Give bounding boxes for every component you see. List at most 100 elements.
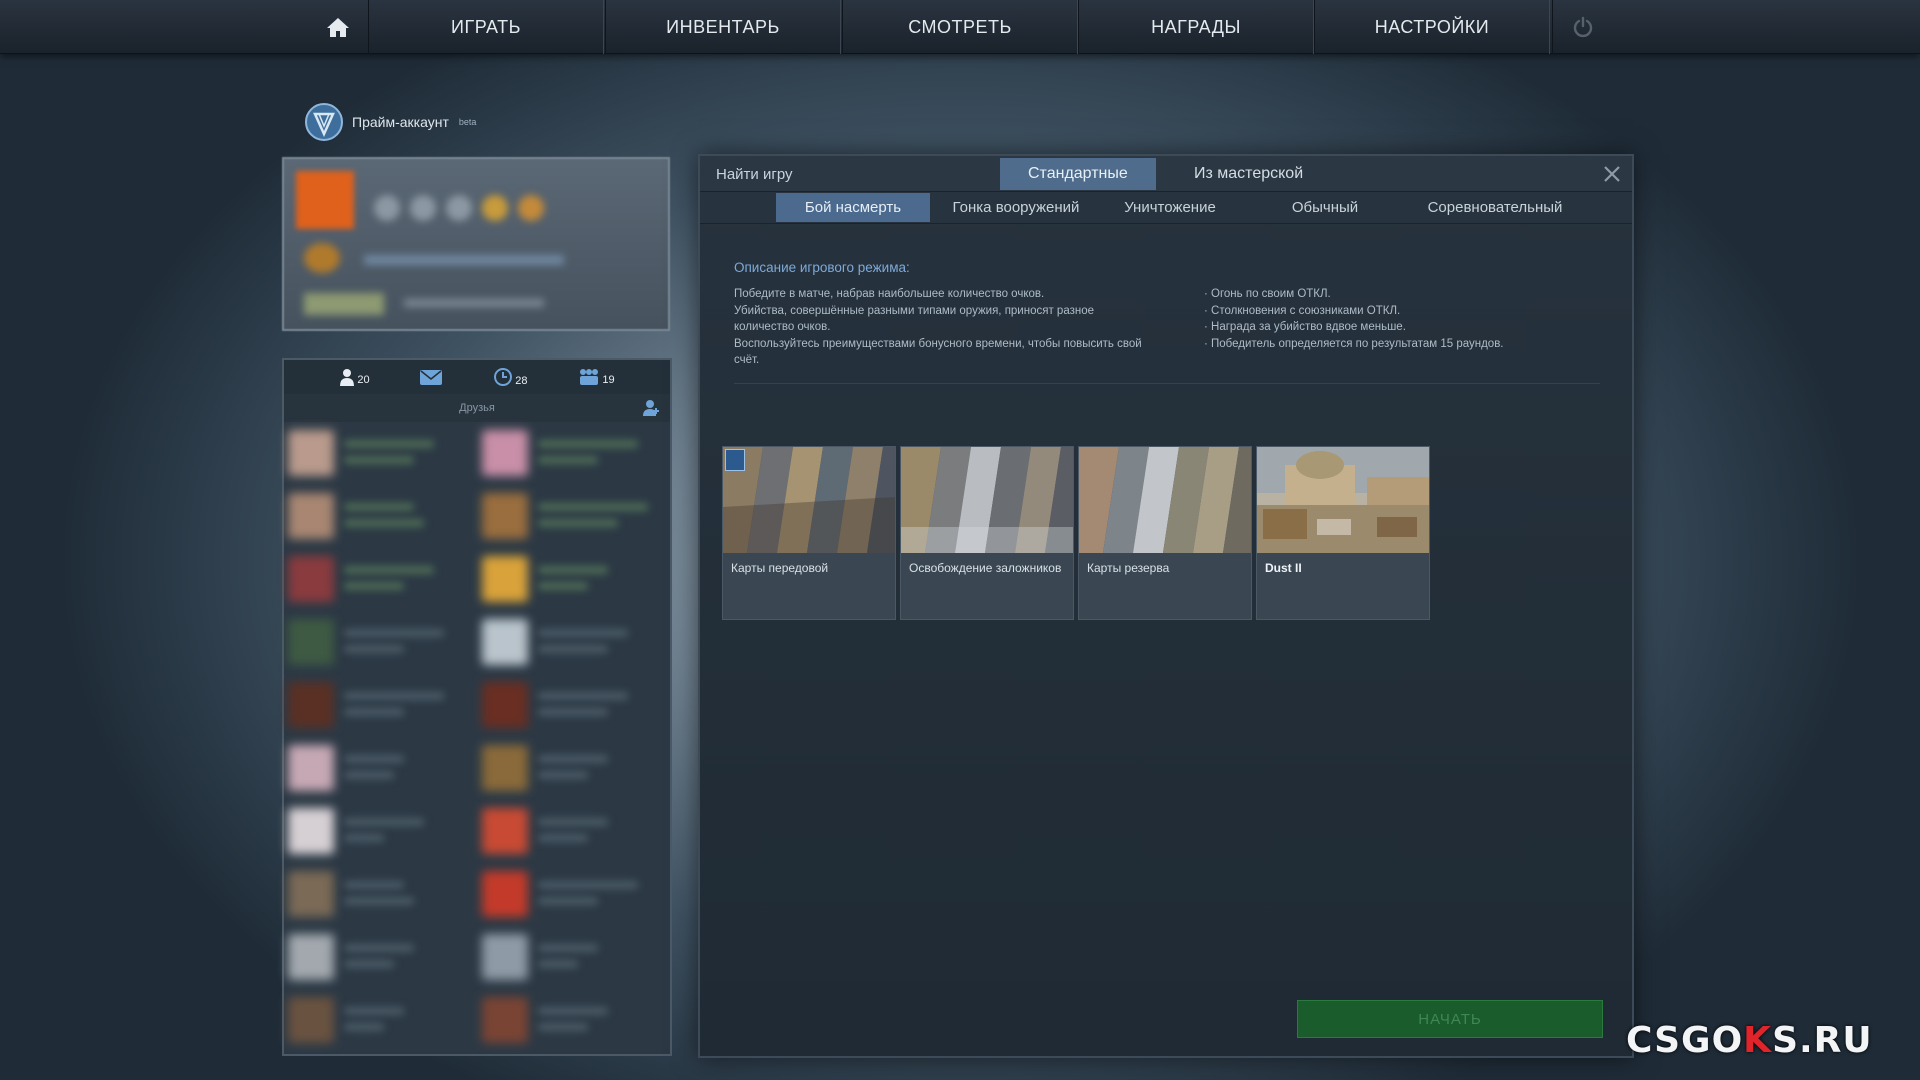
description-left: Победите в матче, набрав наибольшее коли… [734,286,1154,369]
nav-inventory[interactable]: ИНВЕНТАРЬ [605,0,841,54]
map-thumbnail [901,447,1073,553]
home-button[interactable] [310,0,366,54]
prime-label: Прайм-аккаунт [352,114,449,130]
list-item[interactable] [478,676,658,732]
dialog-title: Найти игру [716,166,793,183]
friends-section-label: Друзья [459,402,495,414]
watermark-part: K [1743,1020,1773,1061]
list-item[interactable] [284,424,464,480]
map-name: Карты передовой [731,561,829,575]
tab-competitive[interactable]: Соревновательный [1400,193,1590,222]
tab-arms-race[interactable]: Гонка вооружений [936,193,1096,222]
friends-list [284,424,670,1054]
power-icon [1573,16,1592,38]
list-item[interactable] [284,991,464,1047]
map-thumbnail [1079,447,1251,553]
rule-line: · Огонь по своим ОТКЛ. [1204,288,1331,300]
friends-tabs: 20 28 19 [284,360,670,394]
dialog-header: Найти игру Стандартные Из мастерской [700,156,1632,192]
list-item[interactable] [478,739,658,795]
friends-section-header: Друзья [284,394,670,422]
tab-casual[interactable]: Обычный [1260,193,1390,222]
tab-demolition[interactable]: Уничтожение [1102,193,1238,222]
description-line: Воспользуйтесь преимуществами бонусного … [734,337,1142,367]
tab-workshop[interactable]: Из мастерской [1166,158,1331,190]
tab-history[interactable]: 28 [493,367,528,387]
history-count: 28 [515,375,528,387]
map-group-hostage[interactable]: Освобождение заложников [900,446,1074,620]
tab-standard[interactable]: Стандартные [1000,158,1156,190]
rank-badge [304,293,384,315]
map-group-reserve[interactable]: Карты резерва [1078,446,1252,620]
medal-icon [410,195,436,221]
find-game-dialog: Найти игру Стандартные Из мастерской Бой… [698,154,1634,1058]
map-group-active-duty[interactable]: Карты передовой [722,446,896,620]
description-rules: · Огонь по своим ОТКЛ. · Столкновения с … [1204,286,1604,352]
list-item[interactable] [284,739,464,795]
list-item[interactable] [478,487,658,543]
list-item[interactable] [478,424,658,480]
list-item[interactable] [284,865,464,921]
tab-groups[interactable]: 19 [578,368,615,386]
medal-icon [482,195,508,221]
map-dust2[interactable]: Dust II [1256,446,1430,620]
watermark: CSGOKS.RU [1626,1020,1873,1061]
tab-messages[interactable] [420,369,443,385]
mail-icon [420,369,443,385]
ct-badge-icon [725,449,745,471]
home-icon [327,18,349,37]
map-name: Dust II [1265,561,1302,575]
map-name: Карты резерва [1087,561,1170,575]
profile-card[interactable] [282,157,670,331]
nav-play[interactable]: ИГРАТЬ [368,0,604,54]
add-friend-icon[interactable] [642,399,660,417]
rank-icon [304,243,340,273]
rule-line: · Победитель определяется по результатам… [1204,337,1504,350]
medal-icon [446,195,472,221]
description-line: Победите в матче, набрав наибольшее коли… [734,288,1045,300]
list-item[interactable] [478,991,658,1047]
map-thumbnail [1257,447,1429,553]
watermark-part: CSGO [1626,1020,1744,1061]
prime-beta: beta [458,117,477,127]
tab-friends[interactable]: 20 [339,368,370,386]
clock-icon [494,368,513,386]
list-item[interactable] [284,613,464,669]
power-button[interactable] [1552,0,1612,54]
top-nav: ИГРАТЬ ИНВЕНТАРЬ СМОТРЕТЬ НАГРАДЫ НАСТРО… [0,0,1920,54]
user-icon [340,369,355,386]
nav-settings[interactable]: НАСТРОЙКИ [1314,0,1550,54]
list-item[interactable] [284,487,464,543]
list-item[interactable] [284,928,464,984]
avatar [296,171,354,229]
xp-bar [364,255,564,265]
start-button[interactable]: НАЧАТЬ [1297,1000,1603,1038]
map-name: Освобождение заложников [909,561,1062,575]
medal-icon [374,195,400,221]
mode-description: Описание игрового режима: Победите в мат… [734,260,1600,384]
list-item[interactable] [478,802,658,858]
list-item[interactable] [284,550,464,606]
game-mode-tabs: Бой насмерть Гонка вооружений Уничтожени… [700,192,1632,224]
medal-icon [518,195,544,221]
group-icon [580,369,599,385]
list-item[interactable] [478,550,658,606]
friends-count: 20 [357,374,370,386]
watermark-part: S.RU [1772,1020,1873,1061]
rule-line: · Награда за убийство вдвое меньше. [1204,321,1406,333]
list-item[interactable] [478,928,658,984]
prime-shield-icon [305,103,343,141]
groups-count: 19 [602,374,615,386]
prime-status: Прайм-аккаунт beta [304,100,476,144]
rule-line: · Столкновения с союзниками ОТКЛ. [1204,304,1401,317]
close-icon[interactable] [1602,164,1622,184]
nav-watch[interactable]: СМОТРЕТЬ [842,0,1078,54]
map-thumbnail [723,447,895,553]
nav-awards[interactable]: НАГРАДЫ [1078,0,1314,54]
list-item[interactable] [478,865,658,921]
list-item[interactable] [284,676,464,732]
description-line: Убийства, совершённые разными типами ору… [734,304,1094,334]
list-item[interactable] [284,802,464,858]
list-item[interactable] [478,613,658,669]
tab-deathmatch[interactable]: Бой насмерть [776,193,930,222]
